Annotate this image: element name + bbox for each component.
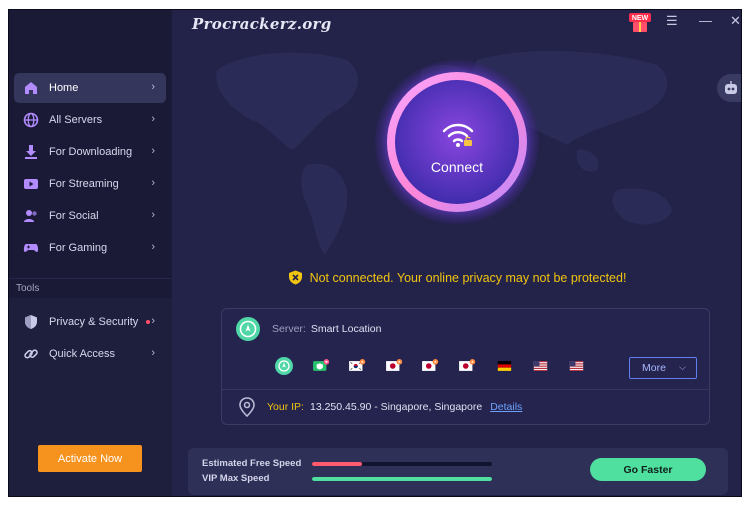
flag-japan[interactable] — [458, 359, 477, 373]
flag-japan[interactable] — [385, 359, 404, 373]
sidebar-item-all-servers[interactable]: All Servers › — [14, 105, 166, 135]
flag-united-states[interactable] — [567, 359, 586, 373]
divider — [9, 278, 172, 279]
sidebar-item-label: For Gaming — [49, 242, 108, 254]
home-icon — [23, 80, 39, 96]
chevron-right-icon: › — [151, 315, 155, 327]
shield-icon — [23, 314, 39, 330]
close-icon[interactable]: ✕ — [730, 13, 741, 29]
sidebar-item-for-gaming[interactable]: For Gaming › — [14, 233, 166, 263]
ip-label: Your IP: — [267, 401, 304, 413]
vip-speed-track — [312, 477, 492, 481]
sidebar-item-privacy-security[interactable]: Privacy & Security › — [14, 307, 166, 337]
flag-united-states[interactable] — [531, 359, 550, 373]
minimize-icon[interactable]: — — [699, 13, 712, 28]
sidebar-item-label: Privacy & Security — [49, 316, 139, 328]
new-badge-label: NEW — [632, 15, 649, 22]
flag-south-korea[interactable] — [348, 359, 367, 373]
sidebar-item-label: For Streaming — [49, 178, 119, 190]
connect-button[interactable]: Connect — [374, 59, 540, 225]
flag-streaming[interactable] — [312, 359, 331, 373]
sidebar-nav: Home › All Servers › For Downloading › F… — [14, 73, 166, 265]
ip-info: Your IP: 13.250.45.90 - Singapore, Singa… — [238, 397, 522, 417]
main-panel: Procrackerz.org NEW ☰ — ✕ Connect Not co… — [172, 10, 741, 496]
vip-speed-fill — [312, 477, 492, 481]
people-icon — [23, 208, 39, 224]
vip-speed-label: VIP Max Speed — [202, 473, 270, 484]
sidebar-item-label: All Servers — [49, 114, 103, 126]
watermark: Procrackerz.org — [192, 15, 332, 33]
sidebar: Home › All Servers › For Downloading › F… — [9, 10, 172, 496]
tools-section-label: Tools — [16, 283, 40, 294]
server-selector[interactable]: Server: Smart Location — [236, 317, 381, 341]
divider — [222, 389, 709, 390]
chevron-down-icon: ⌵ — [679, 362, 686, 372]
play-icon — [23, 176, 39, 192]
free-speed-fill — [312, 462, 363, 466]
activate-now-button[interactable]: Activate Now — [38, 445, 142, 472]
server-value: Smart Location — [310, 323, 382, 335]
chevron-right-icon: › — [151, 145, 155, 157]
gamepad-icon — [23, 240, 39, 256]
chevron-right-icon: › — [151, 209, 155, 221]
ip-value: 13.250.45.90 - Singapore, Singapore — [309, 401, 483, 413]
chevron-right-icon: › — [151, 113, 155, 125]
warning-shield-icon — [288, 270, 302, 285]
download-icon — [23, 144, 39, 160]
menu-icon[interactable]: ☰ — [666, 13, 678, 29]
globe-icon — [23, 112, 39, 128]
sidebar-item-home[interactable]: Home › — [14, 73, 166, 103]
gift-icon[interactable]: NEW — [629, 12, 651, 34]
chevron-right-icon: › — [151, 241, 155, 253]
sidebar-header — [9, 10, 172, 66]
connect-label: Connect — [430, 159, 484, 175]
connection-status: Not connected. Your online privacy may n… — [272, 270, 642, 285]
sidebar-item-for-social[interactable]: For Social › — [14, 201, 166, 231]
smart-location-icon — [236, 317, 260, 341]
sidebar-item-label: For Social — [49, 210, 99, 222]
tools-nav: Privacy & Security › Quick Access › — [14, 307, 166, 371]
chevron-right-icon: › — [151, 81, 155, 93]
notification-dot — [146, 320, 151, 324]
assistant-robot-icon[interactable] — [717, 74, 741, 102]
more-servers-button[interactable]: More ⌵ — [629, 357, 697, 379]
sidebar-item-quick-access[interactable]: Quick Access › — [14, 339, 166, 369]
link-icon — [23, 346, 39, 362]
chevron-right-icon: › — [151, 347, 155, 359]
free-speed-track — [312, 462, 492, 466]
flag-germany[interactable] — [495, 359, 514, 373]
sidebar-item-for-streaming[interactable]: For Streaming › — [14, 169, 166, 199]
chevron-right-icon: › — [151, 177, 155, 189]
flag-japan[interactable] — [421, 359, 440, 373]
more-label: More — [642, 362, 666, 374]
app-window: Home › All Servers › For Downloading › F… — [8, 9, 742, 497]
free-speed-label: Estimated Free Speed — [202, 458, 302, 469]
details-link[interactable]: Details — [490, 401, 522, 413]
sidebar-item-label: For Downloading — [49, 146, 133, 158]
status-text: Not connected. Your online privacy may n… — [309, 270, 627, 285]
wifi-lock-icon — [442, 123, 474, 147]
flag-smart-location[interactable] — [275, 357, 293, 375]
sidebar-item-label: Home — [49, 82, 79, 94]
go-faster-button[interactable]: Go Faster — [590, 458, 706, 481]
sidebar-item-label: Quick Access — [49, 348, 116, 360]
sidebar-item-for-downloading[interactable]: For Downloading › — [14, 137, 166, 167]
speed-panel: Estimated Free Speed VIP Max Speed Go Fa… — [188, 448, 728, 495]
server-label: Server: — [272, 323, 306, 335]
server-card: Server: Smart Location More ⌵ Your IP: 1… — [221, 308, 710, 425]
location-pin-icon — [239, 397, 255, 417]
